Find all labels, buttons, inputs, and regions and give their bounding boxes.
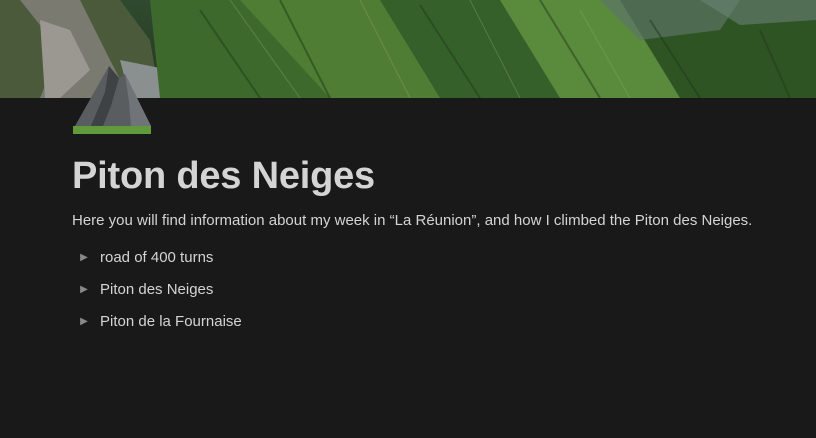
triangle-right-icon[interactable]: ▶: [74, 311, 94, 331]
toggle-label: Piton des Neiges: [100, 280, 214, 298]
toggle-label: Piton de la Fournaise: [100, 312, 242, 330]
toggle-piton-des-neiges[interactable]: ▶ Piton des Neiges: [72, 273, 762, 305]
triangle-right-icon[interactable]: ▶: [74, 279, 94, 299]
page-title[interactable]: Piton des Neiges: [72, 150, 762, 202]
triangle-right-icon[interactable]: ▶: [74, 247, 94, 267]
mountain-icon[interactable]: [71, 62, 153, 136]
page-description[interactable]: Here you will find information about my …: [72, 208, 762, 233]
toggle-piton-de-la-fournaise[interactable]: ▶ Piton de la Fournaise: [72, 305, 762, 337]
toggle-label: road of 400 turns: [100, 248, 214, 266]
toggle-list: ▶ road of 400 turns ▶ Piton des Neiges ▶…: [72, 241, 762, 337]
page-content: Piton des Neiges Here you will find info…: [72, 150, 762, 337]
toggle-road-of-400-turns[interactable]: ▶ road of 400 turns: [72, 241, 762, 273]
